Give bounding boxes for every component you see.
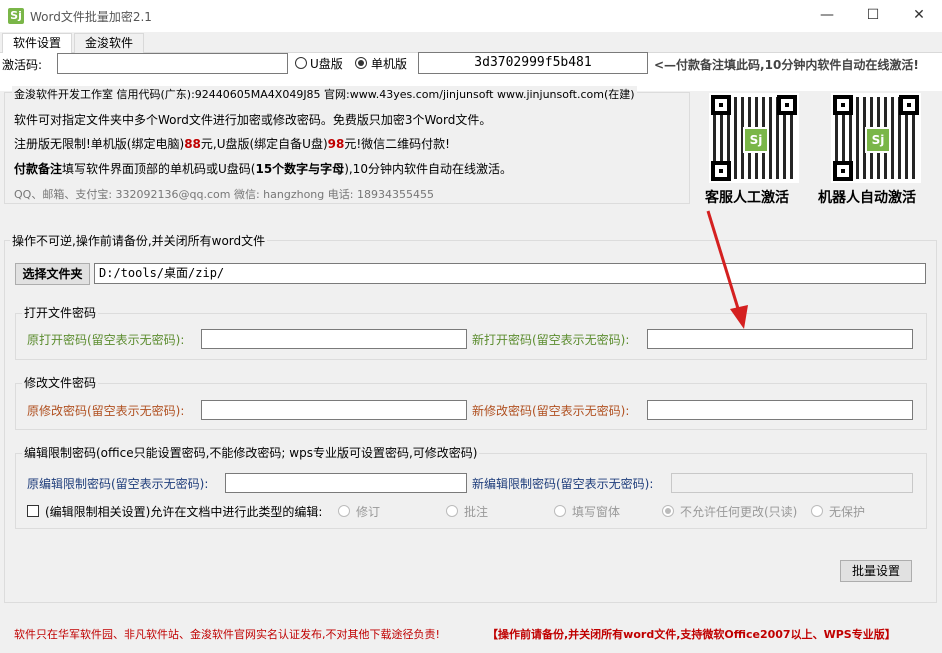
activation-hint: <—付款备注填此码,10分钟内软件自动在线激活! — [654, 56, 919, 73]
pricing-text-b: 元,U盘版(绑定自备U盘) — [201, 137, 328, 151]
option-revision-radio[interactable] — [338, 505, 350, 517]
machine-code-field[interactable]: 3d3702999f5b481 — [418, 52, 648, 74]
option-noprotect-label[interactable]: 无保护 — [829, 503, 865, 520]
activation-code-input[interactable] — [57, 53, 288, 74]
edit-restrict-checkbox-label[interactable]: (编辑限制相关设置)允许在文档中进行此类型的编辑: — [45, 503, 322, 520]
new-modify-password-input[interactable] — [647, 400, 913, 420]
old-open-password-label: 原打开密码(留空表示无密码): — [27, 331, 184, 348]
modify-password-title: 修改文件密码 — [22, 374, 98, 391]
main-group-title: 操作不可逆,操作前请备份,并关闭所有word文件 — [10, 232, 267, 249]
new-modify-password-label: 新修改密码(留空表示无密码): — [472, 402, 629, 419]
info-pricing: 注册版无限制!单机版(绑定电脑)88元,U盘版(绑定自备U盘)98元!微信二维码… — [14, 135, 450, 152]
new-open-password-label: 新打开密码(留空表示无密码): — [472, 331, 629, 348]
company-info: 金浚软件开发工作室 信用代码(广东):92440605MA4X049J85 官网… — [12, 86, 637, 102]
payment-note-b: ),10分钟内软件自动在线激活。 — [344, 162, 512, 176]
qr-logo: Sj — [743, 127, 769, 153]
old-modify-password-input[interactable] — [201, 400, 467, 420]
tab-settings[interactable]: 软件设置 — [2, 33, 72, 53]
option-readonly-label[interactable]: 不允许任何更改(只读) — [680, 503, 797, 520]
contact-info: QQ、邮箱、支付宝: 332092136@qq.com 微信: hangzhon… — [14, 186, 434, 202]
batch-settings-button[interactable]: 批量设置 — [840, 560, 912, 582]
info-description: 软件可对指定文件夹中多个Word文件进行加密或修改密码。免费版只加密3个Word… — [14, 111, 491, 128]
new-open-password-input[interactable] — [647, 329, 913, 349]
tab-jinjun[interactable]: 金浚软件 — [74, 33, 144, 53]
footer-right-notice: 【操作前请备份,并关闭所有word文件,支持微软Office2007以上、WPS… — [487, 626, 896, 642]
option-noprotect-radio[interactable] — [811, 505, 823, 517]
local-version-radio[interactable] — [355, 57, 367, 69]
price-local: 88 — [184, 137, 201, 151]
pricing-text-c: 元!微信二维码付款! — [344, 137, 450, 151]
old-edit-restrict-input[interactable] — [225, 473, 467, 493]
new-edit-restrict-input[interactable] — [671, 473, 913, 493]
open-password-title: 打开文件密码 — [22, 304, 98, 321]
edit-restrict-title: 编辑限制密码(office只能设置密码,不能修改密码; wps专业版可设置密码,… — [22, 444, 479, 461]
usb-version-radio[interactable] — [295, 57, 307, 69]
option-comment-label[interactable]: 批注 — [464, 503, 488, 520]
minimize-button[interactable]: — — [804, 0, 850, 30]
price-usb: 98 — [328, 137, 345, 151]
new-edit-restrict-label: 新编辑限制密码(留空表示无密码): — [472, 475, 653, 492]
qr-logo: Sj — [865, 127, 891, 153]
activation-code-label: 激活码: — [2, 56, 42, 73]
app-icon: Sj — [8, 8, 24, 24]
old-modify-password-label: 原修改密码(留空表示无密码): — [27, 402, 184, 419]
red-arrow-annotation — [700, 205, 760, 335]
maximize-button[interactable]: ☐ — [850, 0, 896, 30]
edit-restrict-checkbox[interactable] — [27, 505, 39, 517]
option-revision-label[interactable]: 修订 — [356, 503, 380, 520]
pricing-text-a: 注册版无限制!单机版(绑定电脑) — [14, 137, 184, 151]
payment-note-a: 填写软件界面顶部的单机码或U盘码( — [62, 162, 255, 176]
window-title: Word文件批量加密2.1 — [30, 8, 152, 25]
option-comment-radio[interactable] — [446, 505, 458, 517]
info-payment-note: 付款备注填写软件界面顶部的单机码或U盘码(15个数字与字母),10分钟内软件自动… — [14, 160, 512, 177]
qr-code-service: Sj — [709, 93, 799, 183]
qr-caption-robot: 机器人自动激活 — [818, 187, 916, 207]
option-forms-radio[interactable] — [554, 505, 566, 517]
old-open-password-input[interactable] — [201, 329, 467, 349]
usb-version-label[interactable]: U盘版 — [310, 55, 343, 72]
option-forms-label[interactable]: 填写窗体 — [572, 503, 620, 520]
payment-note-bold: 付款备注 — [14, 162, 62, 176]
option-readonly-radio[interactable] — [662, 505, 674, 517]
choose-folder-button[interactable]: 选择文件夹 — [15, 263, 90, 285]
old-edit-restrict-label: 原编辑限制密码(留空表示无密码): — [27, 475, 208, 492]
close-button[interactable]: ✕ — [896, 0, 942, 30]
footer-left-notice: 软件只在华军软件园、非凡软件站、金浚软件官网实名认证发布,不对其他下载途径负责! — [14, 626, 440, 642]
payment-note-bold2: 15个数字与字母 — [255, 162, 344, 176]
local-version-label[interactable]: 单机版 — [371, 55, 407, 72]
folder-path-input[interactable]: D:/tools/桌面/zip/ — [94, 263, 926, 284]
qr-caption-service: 客服人工激活 — [705, 187, 789, 207]
qr-code-robot: Sj — [831, 93, 921, 183]
